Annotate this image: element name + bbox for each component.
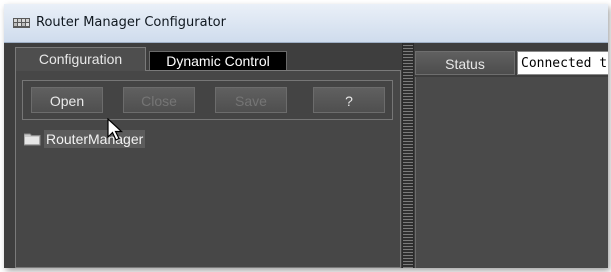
mouse-pointer-icon: [107, 117, 124, 147]
status-label: Status: [415, 51, 515, 75]
save-button[interactable]: Save: [215, 87, 287, 113]
close-button[interactable]: Close: [123, 87, 195, 113]
open-button[interactable]: Open: [31, 87, 103, 113]
tree-item-label: RouterManager: [44, 130, 146, 148]
window-title: Router Manager Configurator: [36, 15, 226, 30]
status-field: Connected t: [517, 51, 608, 75]
tab-dynamic-control[interactable]: Dynamic Control: [149, 51, 287, 71]
configuration-tab-panel: Open Close Save ? RouterManager: [15, 70, 401, 268]
tab-configuration[interactable]: Configuration: [15, 47, 146, 71]
router-app-icon: [13, 16, 31, 34]
file-toolbar: Open Close Save ?: [22, 80, 393, 120]
title-bar: Router Manager Configurator: [4, 4, 608, 43]
status-area: [415, 77, 608, 268]
help-button[interactable]: ?: [313, 87, 385, 113]
configuration-pane: Configuration Dynamic Control Open Close…: [4, 43, 402, 268]
app-window: Router Manager Configurator Configuratio…: [4, 4, 608, 268]
status-pane: Status Connected t: [414, 43, 608, 268]
pane-splitter[interactable]: [402, 43, 414, 268]
folder-icon: [23, 133, 41, 151]
